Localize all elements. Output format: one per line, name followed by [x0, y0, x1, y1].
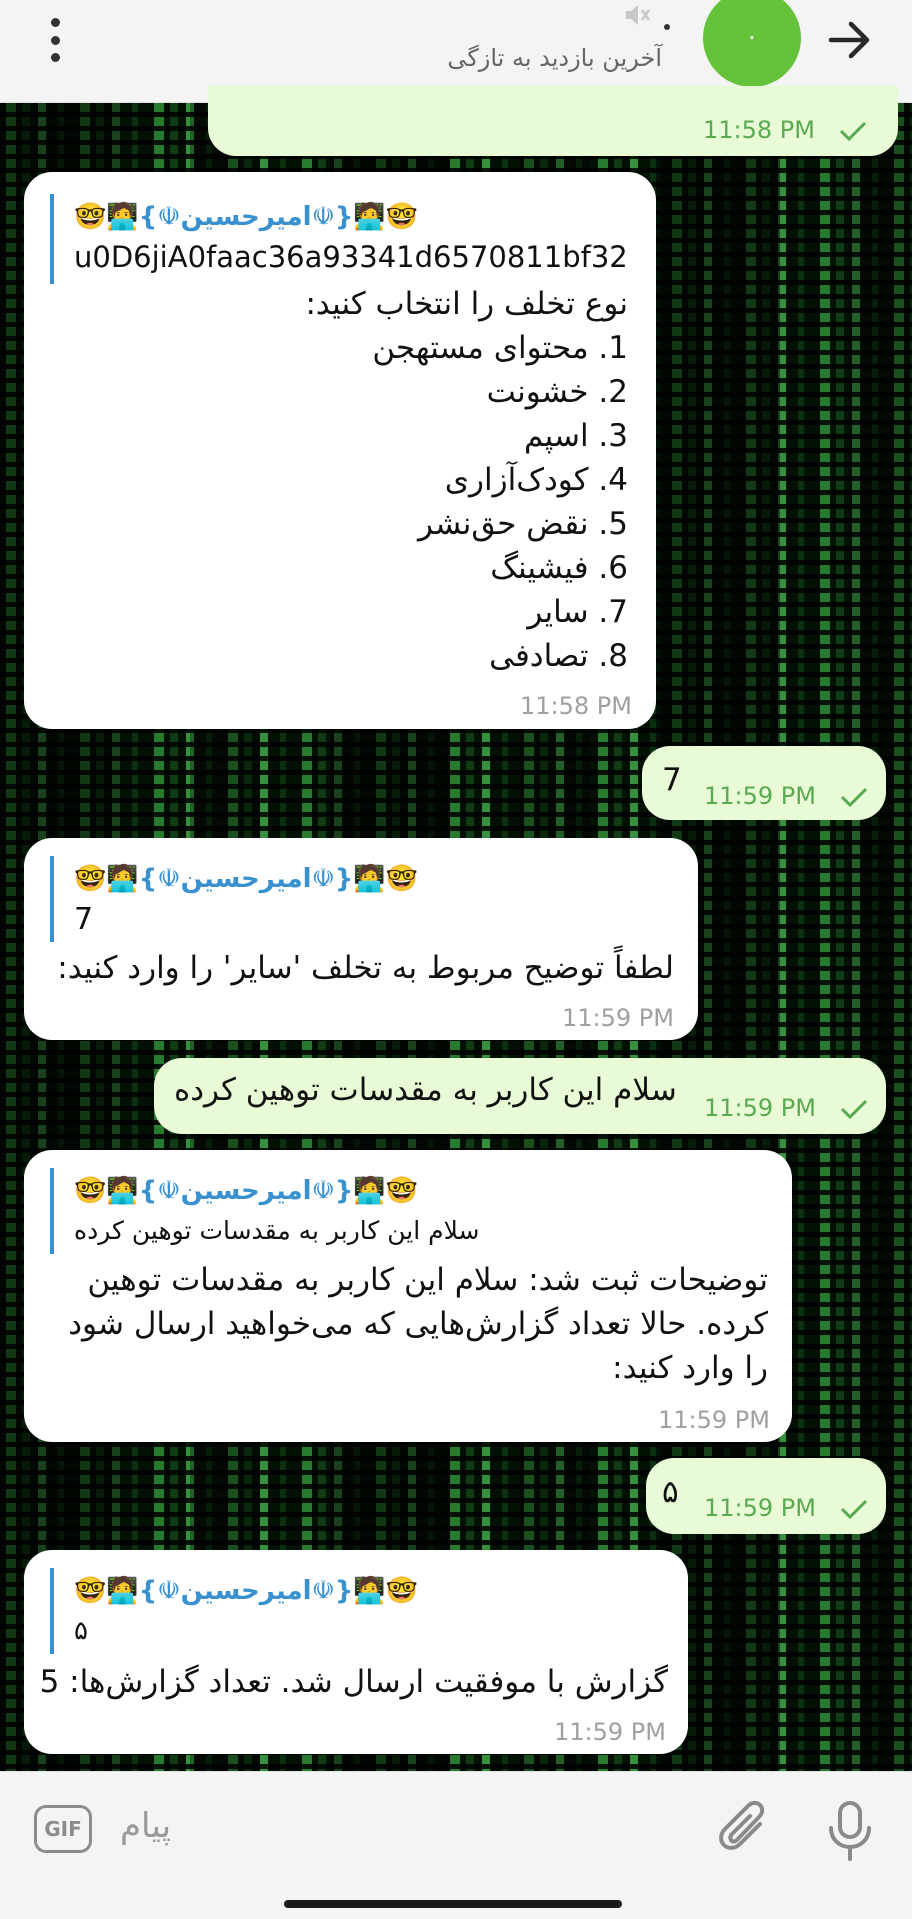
message-text: سلام این کاربر به مقدسات توهین کرده — [174, 1072, 677, 1108]
message-time: 11:59 PM — [658, 1406, 770, 1434]
reply-author: 🤓🧑‍💻{☫امیرحسین☫}🧑‍💻🤓 — [74, 1176, 419, 1206]
message-text: گزارش با موفقیت ارسال شد. تعداد گزارش‌ها… — [39, 1664, 668, 1700]
message-text-line: نوع تخلف را انتخاب کنید: — [305, 286, 628, 322]
message-time: 11:59 PM — [554, 1718, 666, 1746]
message-outgoing[interactable]: سلام این کاربر به مقدسات توهین کرده 11:5… — [154, 1058, 886, 1134]
check-icon — [840, 1499, 868, 1520]
more-vert-icon[interactable] — [42, 18, 68, 62]
message-time: 11:58 PM — [703, 116, 815, 144]
reply-author: 🤓🧑‍💻{☫امیرحسین☫}🧑‍💻🤓 — [74, 202, 419, 232]
status-dot — [664, 24, 670, 30]
message-text-line: 8. تصادفی — [489, 638, 628, 674]
message-text-line: 2. خشونت — [486, 374, 628, 410]
reply-author: 🤓🧑‍💻{☫امیرحسین☫}🧑‍💻🤓 — [74, 1576, 419, 1606]
arrow-forward-icon[interactable] — [827, 20, 873, 60]
paperclip-icon[interactable] — [718, 1800, 772, 1860]
message-text-line: 5. نقض حق‌نشر — [418, 506, 628, 542]
message-text-line: 1. محتوای مستهجن — [372, 330, 628, 366]
message-time: 11:59 PM — [704, 1094, 816, 1122]
last-seen-status: آخرین بازدید به تازگی — [447, 44, 662, 72]
message-text: 7 — [662, 762, 682, 798]
message-text-line: 3. اسپم — [523, 418, 628, 454]
message-text-line: توضیحات ثبت شد: سلام این کاربر به مقدسات… — [87, 1262, 768, 1298]
message-time: 11:59 PM — [704, 1494, 816, 1522]
reply-quote[interactable]: 🤓🧑‍💻{☫امیرحسین☫}🧑‍💻🤓 سلام این کاربر به م… — [50, 1168, 750, 1254]
message-text-line: 4. کودک‌آزاری — [444, 462, 628, 498]
check-icon — [840, 1099, 868, 1120]
message-text-line: 6. فیشینگ — [490, 550, 628, 586]
message-time: 11:59 PM — [704, 782, 816, 810]
message-incoming[interactable]: 🤓🧑‍💻{☫امیرحسین☫}🧑‍💻🤓 u0D6jiA0faac36a9334… — [24, 172, 656, 729]
reply-quote[interactable]: 🤓🧑‍💻{☫امیرحسین☫}🧑‍💻🤓 ۵ — [50, 1568, 650, 1654]
reply-quote[interactable]: 🤓🧑‍💻{☫امیرحسین☫}🧑‍💻🤓 u0D6jiA0faac36a9334… — [50, 194, 630, 284]
message-outgoing[interactable]: 11:58 PM — [208, 86, 898, 156]
reply-text: ۵ — [74, 1616, 88, 1646]
reply-author: 🤓🧑‍💻{☫امیرحسین☫}🧑‍💻🤓 — [74, 864, 419, 894]
reply-text: u0D6jiA0faac36a93341d6570811bf32 — [74, 240, 628, 274]
reply-text: سلام این کاربر به مقدسات توهین کرده — [74, 1216, 480, 1245]
message-text-line: را وارد کنید: — [612, 1350, 768, 1386]
message-text-line: 7. سایر — [527, 594, 628, 630]
message-incoming[interactable]: 🤓🧑‍💻{☫امیرحسین☫}🧑‍💻🤓 7 لطفاً توضیح مربوط… — [24, 838, 698, 1040]
message-input[interactable]: پیام — [120, 1806, 171, 1846]
message-incoming[interactable]: 🤓🧑‍💻{☫امیرحسین☫}🧑‍💻🤓 سلام این کاربر به م… — [24, 1150, 792, 1442]
reply-text: 7 — [74, 902, 94, 937]
message-incoming[interactable]: 🤓🧑‍💻{☫امیرحسین☫}🧑‍💻🤓 ۵ گزارش با موفقیت ا… — [24, 1550, 688, 1754]
message-text: ۵ — [662, 1474, 679, 1510]
muted-icon — [626, 5, 651, 25]
reply-quote[interactable]: 🤓🧑‍💻{☫امیرحسین☫}🧑‍💻🤓 7 — [50, 856, 650, 942]
message-time: 11:59 PM — [562, 1004, 674, 1032]
avatar[interactable]: · — [703, 0, 801, 87]
message-input-bar: GIF پیام — [0, 1771, 912, 1919]
message-text-line: کرده. حالا تعداد گزارش‌هایی که می‌خواهید… — [68, 1306, 768, 1342]
message-text: لطفاً توضیح مربوط به تخلف 'سایر' را وارد… — [57, 950, 674, 986]
check-icon — [839, 121, 867, 142]
message-outgoing[interactable]: 7 11:59 PM — [642, 746, 886, 820]
check-icon — [840, 787, 868, 808]
home-indicator — [284, 1900, 622, 1908]
gif-button[interactable]: GIF — [34, 1805, 92, 1853]
microphone-icon[interactable] — [826, 1800, 874, 1862]
message-time: 11:58 PM — [520, 692, 632, 720]
message-outgoing[interactable]: ۵ 11:59 PM — [646, 1458, 886, 1534]
